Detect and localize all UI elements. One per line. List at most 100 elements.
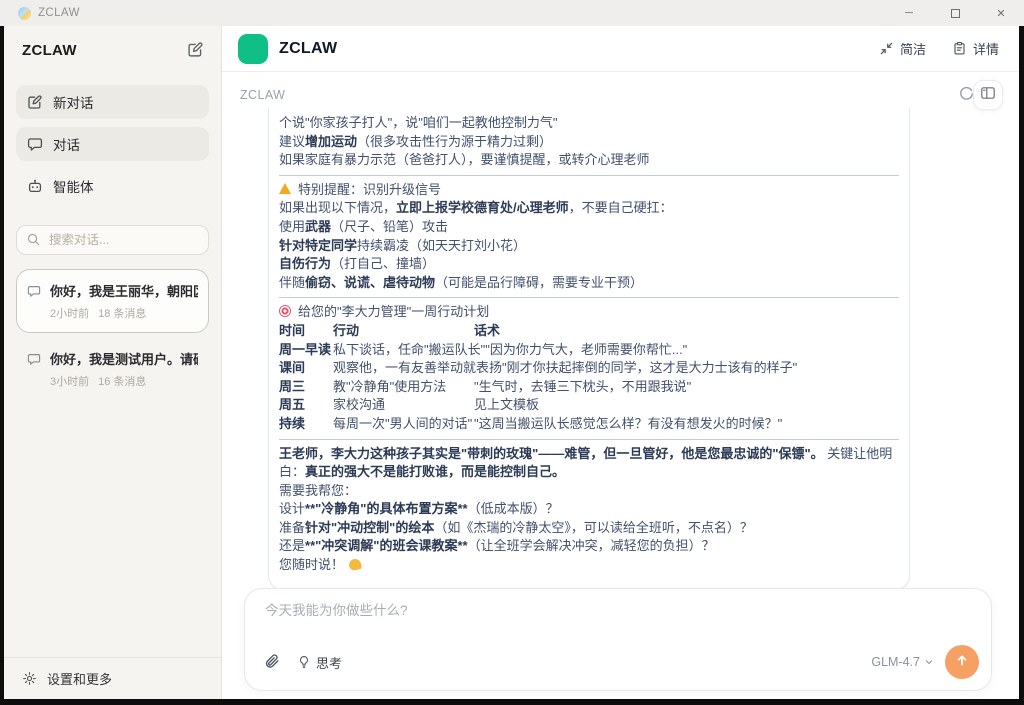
message-line: 给您的"李大力管理"一周行动计划 xyxy=(279,303,899,322)
message-text: 准备 xyxy=(279,520,305,535)
message-line: 自伤行为（打自己、撞墙） xyxy=(279,255,899,274)
chat-area[interactable]: ZCLAW 个说"你家孩子打人"，说"咱们一起教他控制力气" 建议增加运动（很多攻… xyxy=(222,72,1019,699)
message-text: （尺子、铅笔）攻击 xyxy=(331,219,448,234)
message-text: 还是 xyxy=(279,538,305,553)
minimize-button[interactable]: ─ xyxy=(886,0,932,26)
think-label: 思考 xyxy=(316,653,342,672)
titlebar: ZCLAW ─ ✕ xyxy=(0,0,1024,26)
conversation-list: 你好，我是王丽华，朝阳区...2小时前18 条消息你好，我是测试用户。请确...… xyxy=(16,269,209,657)
details-mode-button[interactable]: 详情 xyxy=(952,39,999,58)
message-text: 个说"你家孩子打人"，说"咱们一起教他控制力气" xyxy=(279,115,557,130)
chat-peer-label: ZCLAW xyxy=(240,88,285,102)
message-text: **"冷静角"的具体布置方案** xyxy=(305,501,468,516)
plan-table-cell: "这周当搬运队长感觉怎么样？有没有想发火的时候？" xyxy=(474,415,782,434)
app-icon xyxy=(18,7,31,20)
plan-table-cell: 私下谈话，任命"搬运队长" xyxy=(333,341,485,360)
plan-table-cell: 每周一次"男人间的对话" xyxy=(333,415,474,434)
paperclip-icon[interactable] xyxy=(263,653,281,671)
sidebar-header: ZCLAW xyxy=(4,26,221,59)
minimize-icon: ─ xyxy=(905,7,913,19)
composer: 思考 GLM-4.7 xyxy=(244,588,992,691)
conversation-count: 18 条消息 xyxy=(98,305,146,321)
message-line: 您随时说！ xyxy=(279,556,899,575)
main-panel: ZCLAW 简洁 详情 ZCLAW xyxy=(222,26,1019,699)
message-line: 如果出现以下情况，立即上报学校德育处/心理老师，不要自己硬扛： xyxy=(279,199,899,218)
model-name: GLM-4.7 xyxy=(871,655,920,669)
message-text: （打自己、撞墙） xyxy=(331,256,435,271)
sidebar-title: ZCLAW xyxy=(22,42,77,59)
maximize-icon xyxy=(951,9,960,18)
message-line: 如果家庭有暴力示范（爸爸打人），要谨慎提醒，或转介心理老师 xyxy=(279,151,899,170)
model-selector[interactable]: GLM-4.7 xyxy=(871,655,935,669)
sidebar-item-new-chat[interactable]: 新对话 xyxy=(16,85,209,119)
plan-table-cell: 话术 xyxy=(474,322,500,341)
sidebar-item-chats[interactable]: 对话 xyxy=(16,127,209,161)
close-icon: ✕ xyxy=(996,7,1005,20)
plan-table-header: 时间行动话术 xyxy=(279,322,899,341)
app-frame: ZCLAW ─ ✕ ZCLAW 新对话对话智能体 你好，我是王丽华，朝阳区...… xyxy=(0,0,1024,705)
brand-name: ZCLAW xyxy=(279,40,337,58)
plan-table-cell: 周三 xyxy=(279,378,333,397)
message-text: ，不要自己硬扛： xyxy=(569,200,673,215)
message-line: 还是**"冲突调解"的班会课教案**（让全班学会解决冲突，减轻您的负担）？ xyxy=(279,537,899,556)
message-line: 使用武器（尺子、铅笔）攻击 xyxy=(279,218,899,237)
sidebar: ZCLAW 新对话对话智能体 你好，我是王丽华，朝阳区...2小时前18 条消息… xyxy=(4,26,222,699)
plan-table-cell: 时间 xyxy=(279,322,333,341)
message-text: 自伤行为 xyxy=(279,256,331,271)
concise-mode-button[interactable]: 简洁 xyxy=(879,39,926,58)
muscle-icon xyxy=(348,558,362,571)
message-text: 需要我帮您： xyxy=(279,483,357,498)
conversation-item[interactable]: 你好，我是王丽华，朝阳区...2小时前18 条消息 xyxy=(16,269,209,333)
message-line: 特别提醒：识别升级信号 xyxy=(279,181,899,200)
message-divider xyxy=(279,439,899,440)
app-window: ZCLAW 新对话对话智能体 你好，我是王丽华，朝阳区...2小时前18 条消息… xyxy=(4,26,1019,699)
search-icon xyxy=(26,232,41,247)
conversation-meta: 3小时前16 条消息 xyxy=(50,373,198,389)
plan-table-cell: "刚才你扶起摔倒的同学，这才是大力士该有的样子" xyxy=(502,359,797,378)
maximize-button[interactable] xyxy=(932,0,978,26)
details-label: 详情 xyxy=(973,39,999,58)
plan-table-cell: 见上文模板 xyxy=(474,396,539,415)
message-text: 如果家庭有暴力示范（爸爸打人），要谨慎提醒，或转介心理老师 xyxy=(279,152,650,167)
conversation-title: 你好，我是王丽华，朝阳区... xyxy=(50,281,198,300)
message-text: 武器 xyxy=(305,219,331,234)
think-toggle[interactable]: 思考 xyxy=(297,653,342,672)
message-input[interactable] xyxy=(265,603,971,618)
message-text: 王老师，李大力这种孩子其实是"带刺的玫瑰"——难管，但一旦管好，他是您最忠诚的"… xyxy=(279,446,824,461)
message-text: 立即上报学校德育处/心理老师 xyxy=(396,200,569,215)
brand: ZCLAW xyxy=(238,34,337,64)
message-line: 王老师，李大力这种孩子其实是"带刺的玫瑰"——难管，但一旦管好，他是您最忠诚的"… xyxy=(279,445,899,482)
message-text: 设计 xyxy=(279,501,305,516)
concise-label: 简洁 xyxy=(900,39,926,58)
message-text: 真正的强大不是能打败谁，而是能控制自己。 xyxy=(305,464,565,479)
message-text: （可能是品行障碍，需要专业干预） xyxy=(435,275,643,290)
gear-icon xyxy=(22,671,37,686)
conversation-count: 16 条消息 xyxy=(98,373,146,389)
message-line: 建议增加运动（很多攻击性行为源于精力过剩） xyxy=(279,133,899,152)
header-actions: 简洁 详情 xyxy=(879,39,999,58)
message-line: 设计**"冷静角"的具体布置方案**（低成本版）？ xyxy=(279,500,899,519)
compose-icon[interactable] xyxy=(187,41,205,59)
search-input[interactable] xyxy=(16,225,209,255)
collapse-icon xyxy=(879,41,894,56)
sidebar-settings-button[interactable]: 设置和更多 xyxy=(4,657,221,699)
message-divider xyxy=(279,297,899,298)
message-text: 使用 xyxy=(279,219,305,234)
close-button[interactable]: ✕ xyxy=(978,0,1024,26)
conversation-item[interactable]: 你好，我是测试用户。请确...3小时前16 条消息 xyxy=(16,337,209,401)
target-icon xyxy=(279,305,291,317)
titlebar-app: ZCLAW xyxy=(0,7,80,20)
titlebar-app-name: ZCLAW xyxy=(38,7,80,19)
sidebar-item-agents[interactable]: 智能体 xyxy=(16,169,209,203)
sidebar-item-label: 新对话 xyxy=(53,92,94,112)
plan-table-row: 周一早读私下谈话，任命"搬运队长""因为你力气大，老师需要你帮忙..." xyxy=(279,341,899,360)
panel-toggle-button[interactable] xyxy=(973,80,1003,110)
message-text: 特别提醒：识别升级信号 xyxy=(298,182,441,197)
main-header: ZCLAW 简洁 详情 xyxy=(222,26,1019,72)
compose-icon xyxy=(27,94,43,110)
send-button[interactable] xyxy=(945,645,979,679)
plan-table-cell: 周一早读 xyxy=(279,341,333,360)
message-text: 建议 xyxy=(279,134,305,149)
robot-icon xyxy=(27,178,43,194)
plan-table-cell: 家校沟通 xyxy=(333,396,474,415)
